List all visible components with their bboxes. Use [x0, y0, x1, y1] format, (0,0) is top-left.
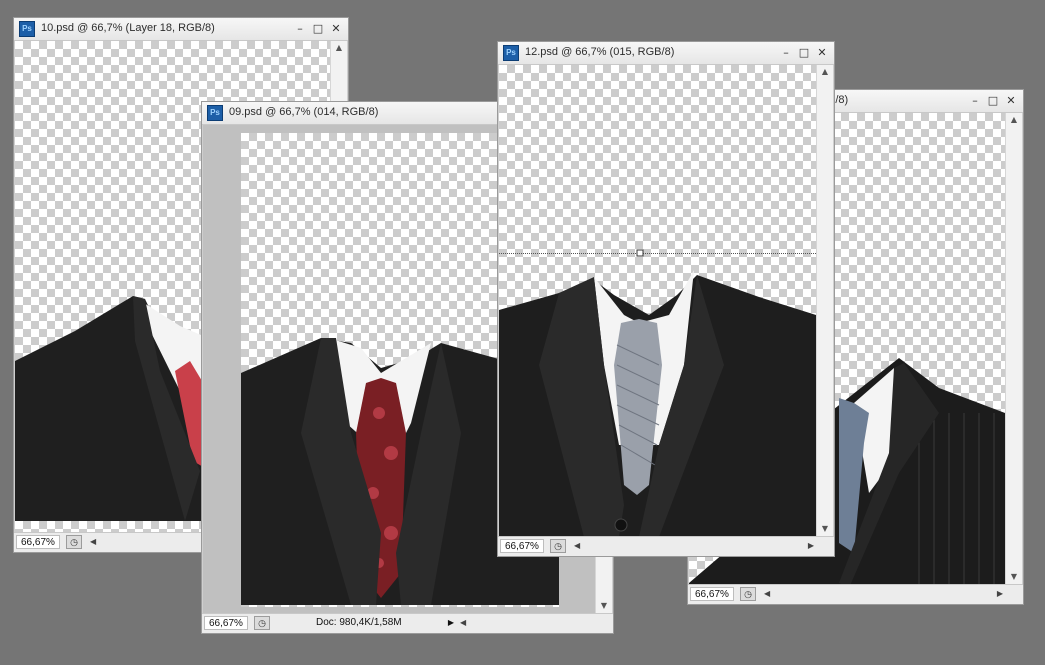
- photoshop-icon: Ps: [19, 21, 35, 37]
- maximize-button[interactable]: □: [985, 93, 1001, 108]
- vertical-scrollbar[interactable]: ▲ ▼: [1005, 113, 1022, 584]
- close-button[interactable]: ✕: [328, 21, 344, 36]
- maximize-button[interactable]: □: [796, 45, 812, 60]
- scroll-left-arrow-icon[interactable]: ◀: [460, 616, 466, 630]
- photoshop-icon: Ps: [503, 45, 519, 61]
- scroll-up-arrow-icon[interactable]: ▲: [1006, 113, 1022, 127]
- transform-handle: [636, 249, 644, 257]
- info-menu-arrow-icon[interactable]: ▶: [445, 616, 457, 630]
- suit-image: [499, 249, 816, 536]
- zoom-level-field[interactable]: 66,67%: [500, 539, 544, 553]
- status-bar: 66,67% ◷ Doc: 980,4K/1,58M ▶ ◀: [202, 613, 613, 633]
- maximize-button[interactable]: □: [310, 21, 326, 36]
- vertical-scrollbar[interactable]: ▲ ▼: [816, 65, 833, 536]
- close-button[interactable]: ✕: [814, 45, 830, 60]
- status-bar: 66,67% ◷ ◀ ▶: [688, 584, 1023, 604]
- scroll-left-arrow-icon[interactable]: ◀: [90, 535, 96, 549]
- navigator-icon[interactable]: ◷: [66, 535, 82, 549]
- document-canvas[interactable]: [499, 65, 816, 536]
- navigator-icon[interactable]: ◷: [740, 587, 756, 601]
- scroll-down-arrow-icon[interactable]: ▼: [1006, 570, 1022, 584]
- navigator-icon[interactable]: ◷: [550, 539, 566, 553]
- status-bar: 66,67% ◷ ◀ ▶: [498, 536, 834, 556]
- window-title: 12.psd @ 66,7% (015, RGB/8): [525, 46, 675, 58]
- minimize-button[interactable]: –: [967, 93, 983, 108]
- scroll-down-arrow-icon[interactable]: ▼: [596, 599, 612, 613]
- scroll-left-arrow-icon[interactable]: ◀: [764, 587, 770, 601]
- close-button[interactable]: ✕: [1003, 93, 1019, 108]
- scroll-left-arrow-icon[interactable]: ◀: [574, 539, 580, 553]
- scroll-right-arrow-icon[interactable]: ▶: [808, 539, 814, 553]
- scroll-right-arrow-icon[interactable]: ▶: [997, 587, 1003, 601]
- document-window-12[interactable]: Ps 12.psd @ 66,7% (015, RGB/8) – □ ✕ ▲ ▼…: [497, 41, 835, 557]
- window-titlebar[interactable]: Ps 12.psd @ 66,7% (015, RGB/8) – □ ✕: [498, 42, 834, 65]
- navigator-icon[interactable]: ◷: [254, 616, 270, 630]
- minimize-button[interactable]: –: [292, 21, 308, 36]
- window-title: 09.psd @ 66,7% (014, RGB/8): [229, 106, 379, 118]
- scroll-up-arrow-icon[interactable]: ▲: [817, 65, 833, 79]
- zoom-level-field[interactable]: 66,67%: [204, 616, 248, 630]
- scroll-up-arrow-icon[interactable]: ▲: [331, 41, 347, 55]
- minimize-button[interactable]: –: [778, 45, 794, 60]
- photoshop-icon: Ps: [207, 105, 223, 121]
- zoom-level-field[interactable]: 66,67%: [16, 535, 60, 549]
- window-titlebar[interactable]: Ps 10.psd @ 66,7% (Layer 18, RGB/8) – □ …: [14, 18, 348, 41]
- window-title: 10.psd @ 66,7% (Layer 18, RGB/8): [41, 22, 215, 34]
- zoom-level-field[interactable]: 66,67%: [690, 587, 734, 601]
- document-info[interactable]: Doc: 980,4K/1,58M: [310, 616, 408, 630]
- scroll-down-arrow-icon[interactable]: ▼: [817, 522, 833, 536]
